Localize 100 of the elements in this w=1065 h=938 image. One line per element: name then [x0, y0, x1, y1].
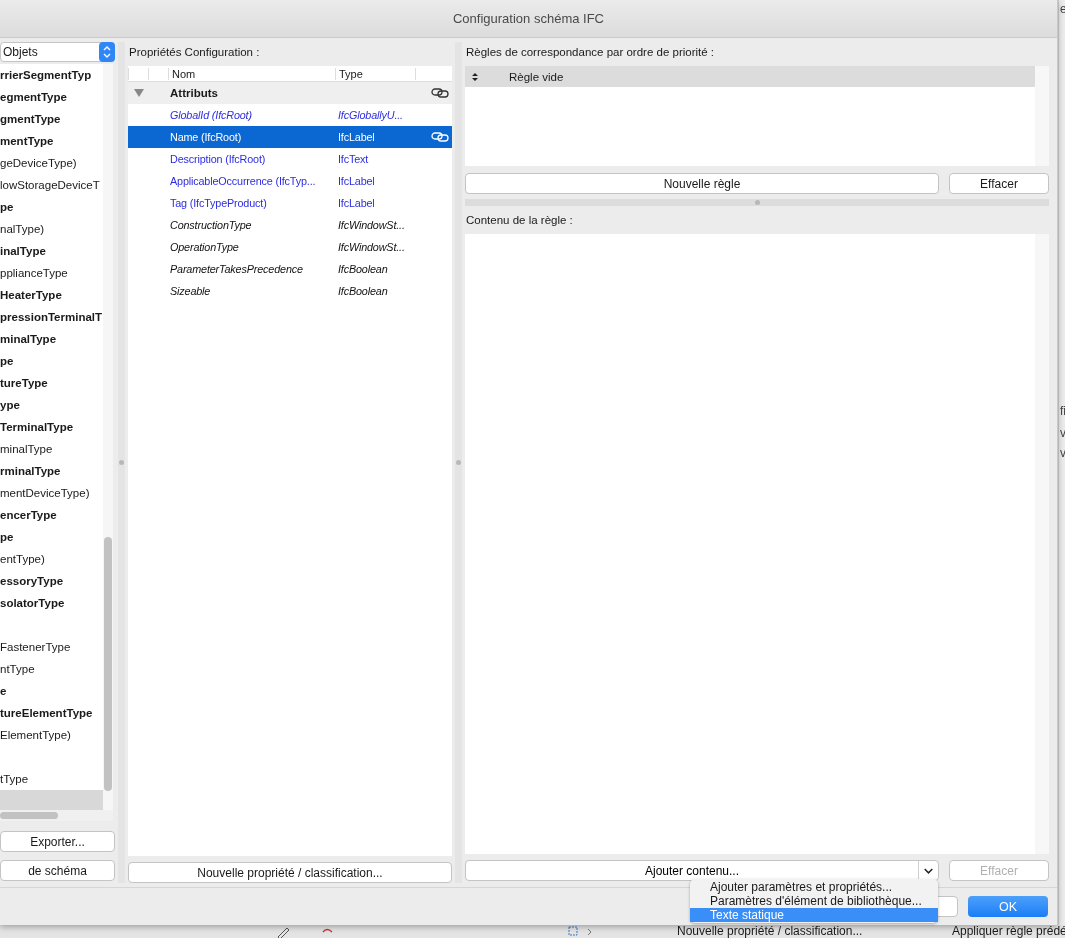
list-row[interactable]: tureType [0, 372, 103, 394]
list-row[interactable]: solatorType [0, 592, 103, 614]
list-row[interactable]: ype [0, 394, 103, 416]
column-header[interactable]: Type [335, 67, 415, 80]
list-row[interactable]: inalType [0, 240, 103, 262]
column-header[interactable]: Règle vide [465, 66, 1035, 87]
list-item-label: pe [0, 355, 14, 367]
property-type: IfcLabel [338, 175, 376, 187]
export-button[interactable]: Exporter... [0, 831, 115, 852]
column-header-label: Règle vide [509, 70, 564, 83]
list-row[interactable]: gmentType [0, 108, 103, 130]
list-item-label: tureType [0, 377, 48, 389]
list-row[interactable]: FastenerType [0, 636, 103, 658]
list-row[interactable]: entType) [0, 548, 103, 570]
property-name: ParameterTakesPrecedence [169, 263, 304, 275]
list-row[interactable]: essoryType [0, 570, 103, 592]
property-row[interactable]: Name (IfcRoot) IfcLabel [128, 126, 452, 148]
list-item-label: ElementType) [0, 729, 71, 741]
list-row[interactable]: pe [0, 526, 103, 548]
property-type: IfcWindowSt... [338, 219, 406, 231]
list-item-label: egmentType [0, 91, 67, 103]
list-row[interactable]: encerType [0, 504, 103, 526]
list-item-label: nalType) [0, 223, 45, 235]
property-name: ConstructionType [169, 219, 253, 231]
list-row[interactable]: mentType [0, 130, 103, 152]
list-row[interactable]: pe [0, 350, 103, 372]
property-type: IfcWindowSt... [338, 241, 406, 253]
group-label: Attributs [170, 87, 219, 99]
list-item-label: TerminalType [0, 421, 74, 433]
splitter[interactable] [465, 199, 1049, 206]
list-row[interactable]: nalType) [0, 218, 103, 240]
list-row[interactable]: rrierSegmentTyp [0, 64, 103, 86]
list-item-label: essoryType [0, 575, 64, 587]
disclosure-icon[interactable] [133, 88, 145, 98]
property-name: Tag (IfcTypeProduct) [169, 197, 268, 209]
list-row[interactable]: HeaterType [0, 284, 103, 306]
menu-item[interactable]: Ajouter paramètres et propriétés... [690, 880, 938, 894]
list-item-label: HeaterType [0, 289, 62, 301]
list-row[interactable]: mentDeviceType) [0, 482, 103, 504]
list-row[interactable]: minalType [0, 328, 103, 350]
list-row[interactable]: ElementType) [0, 724, 103, 746]
background-text: fi [1060, 404, 1065, 418]
list-item-label: minalType [0, 333, 57, 345]
schema-button[interactable]: de schéma [0, 860, 115, 881]
list-item-label: tType [0, 773, 29, 785]
list-row[interactable]: rminalType [0, 460, 103, 482]
list-item-label: pressionTerminalT [0, 311, 103, 323]
stepper-icon [99, 42, 115, 62]
list-item-label: pe [0, 531, 14, 543]
list-item-label: geDeviceType) [0, 157, 77, 169]
list-item-label: rrierSegmentTyp [0, 69, 92, 81]
menu-item[interactable]: Paramètres d'élément de bibliothèque... [690, 894, 938, 908]
list-row[interactable]: pressionTerminalT [0, 306, 103, 328]
property-type: IfcBoolean [338, 263, 389, 275]
property-type: IfcBoolean [338, 285, 389, 297]
list-item-label: tureElementType [0, 707, 93, 719]
list-item-label: FastenerType [0, 641, 71, 653]
list-item-label: pe [0, 201, 14, 213]
list-item-label: lowStorageDeviceT [0, 179, 100, 191]
property-name: OperationType [169, 241, 240, 253]
list-row[interactable]: egmentType [0, 86, 103, 108]
scroll-track[interactable] [1035, 66, 1049, 166]
list-item-label: gmentType [0, 113, 61, 125]
horizontal-scrollbar[interactable] [0, 810, 113, 821]
sort-icon [471, 71, 479, 82]
list-row[interactable]: TerminalType [0, 416, 103, 438]
splitter[interactable] [118, 42, 125, 883]
list-row[interactable] [0, 790, 103, 812]
group-row[interactable]: Attributs [128, 82, 452, 104]
property-name: Sizeable [169, 285, 212, 297]
list-item-label: pplianceType [0, 267, 68, 279]
list-row[interactable]: tureElementType [0, 702, 103, 724]
property-type: IfcLabel [338, 197, 376, 209]
list-row[interactable]: geDeviceType) [0, 152, 103, 174]
property-type: IfcLabel [338, 131, 376, 143]
list-row[interactable]: pe [0, 196, 103, 218]
list-item-label: rminalType [0, 465, 61, 477]
list-item-label: ype [0, 399, 20, 411]
clear-button[interactable]: Effacer [949, 173, 1049, 194]
list-item-label: minalType [0, 443, 53, 455]
list-item-label: encerType [0, 509, 57, 521]
add-content-button[interactable]: Ajouter contenu... [465, 860, 939, 881]
list-row[interactable]: tType [0, 768, 103, 790]
splitter[interactable] [455, 42, 462, 883]
object-dropdown[interactable]: Objets [0, 42, 115, 62]
section-label: Propriétés Configuration : [128, 45, 261, 60]
list-item-label: mentType [0, 135, 54, 147]
property-name: Description (IfcRoot) [169, 153, 267, 165]
property-type: IfcGloballyU... [338, 109, 404, 121]
list-row[interactable]: e [0, 680, 103, 702]
list-row[interactable]: lowStorageDeviceT [0, 174, 103, 196]
list-row[interactable]: minalType [0, 438, 103, 460]
list-row[interactable]: pplianceType [0, 262, 103, 284]
list-item-label: solatorType [0, 597, 65, 609]
new-property-button[interactable]: Nouvelle propriété / classification... [128, 862, 452, 883]
new-rule-button[interactable]: Nouvelle règle [465, 173, 939, 194]
section-label: Règles de correspondance par ordre de priorité : [465, 45, 716, 60]
toolbar-icon[interactable] [568, 926, 594, 938]
column-header[interactable]: Nom [168, 67, 335, 80]
list-row[interactable]: ntType [0, 658, 103, 680]
